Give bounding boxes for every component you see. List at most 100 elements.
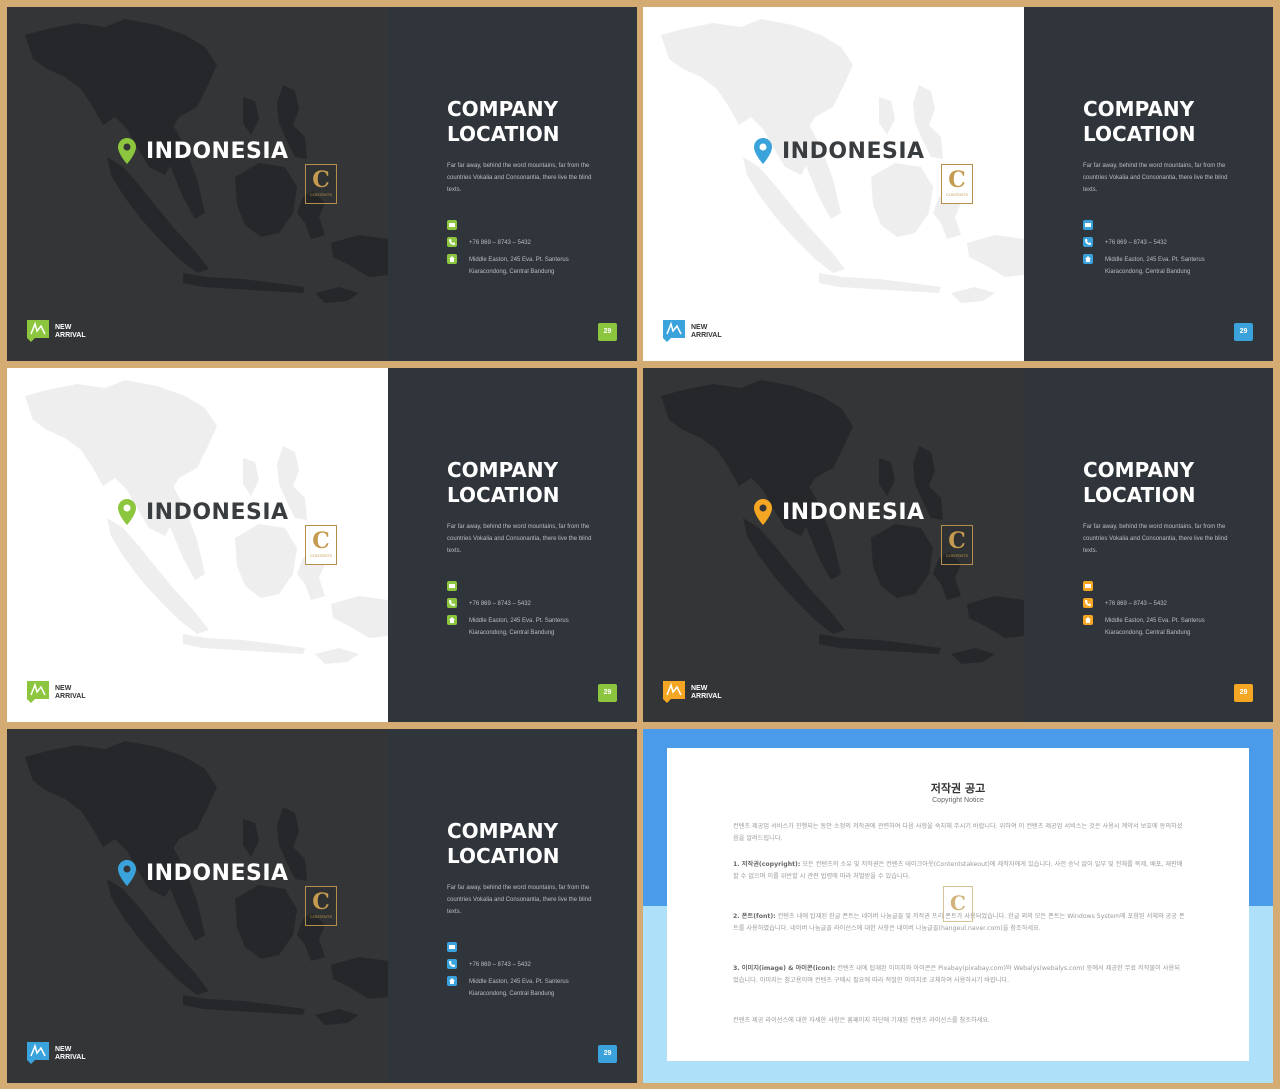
contact-address-row: Middle Easton, 245 Eva. Pt. Santerus Kiar… (1083, 614, 1263, 636)
slide-thumbnail-copyright[interactable]: 저작권 공고 Copyright Notice 컨텐츠 제공업 서비스가 진행되… (643, 729, 1273, 1083)
new-arrival-logo-icon (663, 320, 685, 342)
mail-icon (447, 942, 457, 952)
new-arrival-logo-icon (663, 681, 685, 703)
contents-badge: C CONTENTS (305, 886, 337, 926)
home-icon (447, 976, 457, 986)
copyright-card: 저작권 공고 Copyright Notice 컨텐츠 제공업 서비스가 진행되… (667, 748, 1249, 1061)
info-panel: COMPANY LOCATION Far far away, behind the… (388, 7, 637, 361)
contents-badge: C CONTENTS (941, 164, 973, 204)
contact-address-row: Middle Easton, 245 Eva. Pt. Santerus Kiar… (447, 253, 627, 275)
contact-address-row: Middle Easton, 245 Eva. Pt. Santerus Kiar… (447, 614, 627, 636)
contact-phone-row: +76 869 – 8743 – 5432 (1083, 597, 1263, 609)
contact-email-row (1083, 219, 1263, 231)
home-icon (1083, 254, 1093, 264)
copyright-subtitle: Copyright Notice (932, 797, 984, 804)
home-icon (447, 615, 457, 625)
home-icon (447, 254, 457, 264)
description-text: Far far away, behind the word mountains,… (1083, 524, 1228, 554)
slide-title: COMPANY LOCATION (1083, 458, 1196, 507)
mail-icon (447, 581, 457, 591)
info-panel: COMPANY LOCATION Far far away, behind the… (388, 729, 637, 1083)
map-panel: INDONESIA C CONTENTS NEW ARRIVAL (7, 368, 388, 722)
slide-thumbnail-3[interactable]: INDONESIA C CONTENTS NEW ARRIVAL COMPANY LO… (7, 368, 637, 722)
contact-address-row: Middle Easton, 245 Eva. Pt. Santerus Kiar… (447, 975, 627, 997)
contents-badge: C CONTENTS (305, 525, 337, 565)
phone-icon (447, 959, 457, 969)
address-text: Middle Easton, 245 Eva. Pt. Santerus Kiar… (469, 618, 569, 636)
page-number: 29 (598, 323, 617, 341)
description-text: Far far away, behind the word mountains,… (447, 163, 592, 193)
address-text: Middle Easton, 245 Eva. Pt. Santerus Kiar… (469, 257, 569, 275)
country-label: INDONESIA (782, 500, 925, 525)
slide-thumbnail-5[interactable]: INDONESIA C CONTENTS NEW ARRIVAL COMPANY LO… (7, 729, 637, 1083)
page-number: 29 (1234, 684, 1253, 702)
slide-title: COMPANY LOCATION (447, 97, 560, 146)
country-label: INDONESIA (146, 500, 289, 525)
copyright-intro: 컨텐츠 제공업 서비스가 진행되는 동안 소정의 저작권에 관련하여 다음 사항… (733, 823, 1183, 842)
address-text: Middle Easton, 245 Eva. Pt. Santerus Kiar… (1105, 618, 1205, 636)
contact-email-row (1083, 580, 1263, 592)
new-arrival-logo-icon (27, 1042, 49, 1064)
map-pin-icon (118, 499, 136, 525)
map-pin-icon (118, 860, 136, 886)
contact-email-row (447, 219, 627, 231)
mail-icon (1083, 581, 1093, 591)
description-text: Far far away, behind the word mountains,… (447, 885, 592, 915)
copyright-outro: 컨텐츠 제공 라이선스에 대한 자세한 사항은 홈페이지 하단에 기재된 컨텐츠… (733, 1017, 990, 1024)
contact-phone-row: +76 869 – 8743 – 5432 (447, 236, 627, 248)
country-label: INDONESIA (146, 861, 289, 886)
phone-icon (1083, 237, 1093, 247)
phone-icon (447, 237, 457, 247)
address-text: Middle Easton, 245 Eva. Pt. Santerus Kiar… (469, 979, 569, 997)
map-panel: INDONESIA C CONTENTS NEW ARRIVAL (7, 7, 388, 361)
phone-icon (1083, 598, 1093, 608)
description-text: Far far away, behind the word mountains,… (447, 524, 592, 554)
home-icon (1083, 615, 1093, 625)
phone-number: +76 869 – 8743 – 5432 (469, 240, 531, 246)
phone-icon (447, 598, 457, 608)
page-number: 29 (598, 684, 617, 702)
copyright-section-3: 3. 이미지(image) & 아이콘(icon): 컨텐츠 내에 탑재된 이미… (733, 965, 1180, 984)
brand-name: NEW ARRIVAL (55, 1046, 86, 1061)
mail-icon (447, 220, 457, 230)
contents-badge: C CONTENTS (305, 164, 337, 204)
country-label: INDONESIA (146, 139, 289, 164)
contact-address-row: Middle Easton, 245 Eva. Pt. Santerus Kiar… (1083, 253, 1263, 275)
contents-badge: C CONTENTS (941, 525, 973, 565)
brand-name: NEW ARRIVAL (55, 324, 86, 339)
brand-name: NEW ARRIVAL (691, 685, 722, 700)
phone-number: +76 869 – 8743 – 5432 (469, 601, 531, 607)
contact-phone-row: +76 869 – 8743 – 5432 (447, 597, 627, 609)
slide-title: COMPANY LOCATION (1083, 97, 1196, 146)
map-panel: INDONESIA C CONTENTS NEW ARRIVAL (643, 368, 1024, 722)
info-panel: COMPANY LOCATION Far far away, behind the… (1024, 368, 1273, 722)
slide-title: COMPANY LOCATION (447, 819, 560, 868)
mail-icon (1083, 220, 1093, 230)
phone-number: +76 869 – 8743 – 5432 (1105, 601, 1167, 607)
copyright-title: 저작권 공고 (930, 782, 986, 795)
slide-thumbnail-1[interactable]: INDONESIA C CONTENTS NEW ARRIVAL COMPANY LO… (7, 7, 637, 361)
page-number: 29 (598, 1045, 617, 1063)
map-panel: INDONESIA C CONTENTS NEW ARRIVAL (643, 7, 1024, 361)
info-panel: COMPANY LOCATION Far far away, behind the… (388, 368, 637, 722)
brand-name: NEW ARRIVAL (55, 685, 86, 700)
map-pin-icon (754, 138, 772, 164)
page-number: 29 (1234, 323, 1253, 341)
copyright-section-1: 1. 저작권(copyright): 모든 컨텐츠의 소유 및 저작권은 컨텐츠… (733, 861, 1183, 880)
address-text: Middle Easton, 245 Eva. Pt. Santerus Kiar… (1105, 257, 1205, 275)
contents-watermark: C (943, 886, 973, 922)
brand-name: NEW ARRIVAL (691, 324, 722, 339)
slide-thumbnail-2[interactable]: INDONESIA C CONTENTS NEW ARRIVAL COMPANY LO… (643, 7, 1273, 361)
map-panel: INDONESIA C CONTENTS NEW ARRIVAL (7, 729, 388, 1083)
slide-thumbnail-4[interactable]: INDONESIA C CONTENTS NEW ARRIVAL COMPANY LO… (643, 368, 1273, 722)
country-label: INDONESIA (782, 139, 925, 164)
info-panel: COMPANY LOCATION Far far away, behind the… (1024, 7, 1273, 361)
contact-email-row (447, 941, 627, 953)
contact-email-row (447, 580, 627, 592)
phone-number: +76 869 – 8743 – 5432 (1105, 240, 1167, 246)
map-pin-icon (754, 499, 772, 525)
contact-phone-row: +76 869 – 8743 – 5432 (1083, 236, 1263, 248)
new-arrival-logo-icon (27, 320, 49, 342)
description-text: Far far away, behind the word mountains,… (1083, 163, 1228, 193)
new-arrival-logo-icon (27, 681, 49, 703)
